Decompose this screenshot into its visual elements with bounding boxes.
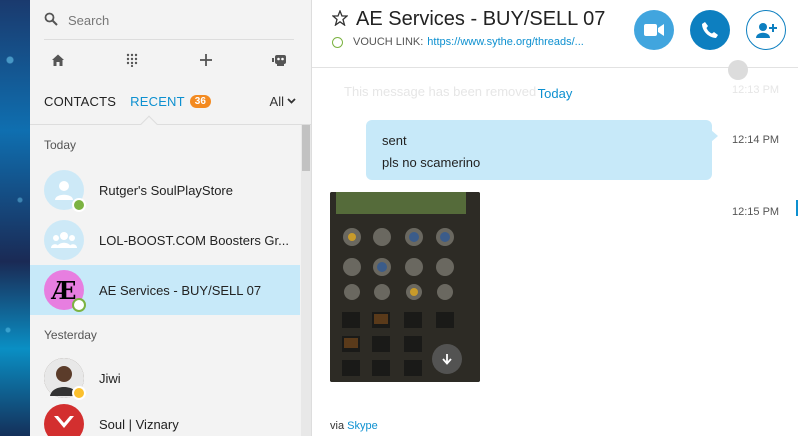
message-line: pls no scamerino (382, 155, 481, 170)
video-camera-icon (644, 24, 664, 36)
conversation-header: AE Services - BUY/SELL 07 VOUCH LINK: ht… (312, 0, 798, 68)
online-status-icon (72, 298, 86, 312)
bot-icon[interactable] (268, 48, 292, 72)
home-icon[interactable] (46, 48, 70, 72)
dialpad-icon[interactable] (120, 48, 144, 72)
sidebar: CONTACTS RECENT 36 All Today Rutger's So… (30, 0, 312, 436)
list-item[interactable]: LOL-BOOST.COM Boosters Gr... (30, 215, 300, 265)
person-icon (55, 181, 73, 200)
filter-label: All (269, 93, 284, 109)
toolbar (44, 48, 294, 72)
section-yesterday: Yesterday (44, 328, 97, 342)
message-bubble[interactable]: sent pls no scamerino (366, 120, 718, 180)
vouch-link[interactable]: https://www.sythe.org/threads/... (427, 36, 584, 48)
list-item[interactable]: Soul | Viznary (30, 401, 300, 436)
video-call-button[interactable] (634, 10, 674, 50)
group-icon (51, 232, 77, 248)
mood-message: VOUCH LINK: https://www.sythe.org/thread… (332, 36, 584, 48)
avatar (44, 170, 86, 212)
scrollbar-thumb[interactable] (302, 125, 310, 171)
online-status-icon (72, 198, 86, 212)
desktop-background (0, 0, 30, 436)
mood-label: VOUCH LINK: (353, 36, 424, 48)
contact-name: AE Services - BUY/SELL 07 (99, 282, 262, 298)
contact-name: LOL-BOOST.COM Boosters Gr... (99, 232, 289, 248)
add-people-button[interactable] (746, 10, 786, 50)
add-person-icon (756, 23, 777, 38)
list-item[interactable]: Rutger's SoulPlayStore (30, 165, 300, 215)
contact-name: Soul | Viznary (99, 416, 179, 432)
phone-icon (702, 22, 718, 38)
conversation-title: AE Services - BUY/SELL 07 (356, 8, 606, 30)
filter-dropdown[interactable]: All (270, 94, 296, 109)
via-prefix: via (330, 420, 345, 432)
star-icon[interactable] (331, 9, 349, 29)
avatar (44, 358, 86, 400)
online-status-icon (332, 36, 343, 48)
search-icon (44, 12, 58, 29)
chevron-down-icon (287, 98, 296, 104)
day-divider: Today (537, 86, 573, 101)
contact-tabs: CONTACTS RECENT 36 All (44, 92, 296, 110)
tab-contacts[interactable]: CONTACTS (44, 94, 116, 109)
download-button[interactable] (432, 344, 462, 374)
tab-recent[interactable]: RECENT (130, 94, 185, 109)
message-line: sent (382, 133, 407, 148)
section-today: Today (44, 138, 77, 152)
divider (44, 39, 294, 40)
contact-name: Rutger's SoulPlayStore (99, 182, 233, 198)
logo-icon (54, 416, 74, 428)
message-time: 12:14 PM (732, 134, 780, 146)
avatar: Æ (44, 270, 86, 312)
contact-name: Jiwi (99, 370, 121, 386)
list-item[interactable]: Æ AE Services - BUY/SELL 07 (30, 265, 300, 315)
add-icon[interactable] (194, 48, 218, 72)
list-item[interactable]: Jiwi (30, 355, 300, 401)
audio-call-button[interactable] (690, 10, 730, 50)
via-app-link[interactable]: Skype (347, 420, 378, 432)
globe-icon (728, 60, 748, 80)
recent-count-badge: 36 (189, 94, 211, 108)
away-status-icon (72, 386, 86, 400)
scrollbar[interactable] (301, 125, 311, 436)
avatar (44, 220, 84, 260)
search-input[interactable] (68, 12, 268, 28)
conversation-pane: AE Services - BUY/SELL 07 VOUCH LINK: ht… (312, 0, 798, 436)
search-box[interactable] (44, 8, 294, 32)
download-icon (442, 354, 452, 365)
via-note: via Skype (330, 420, 378, 432)
recent-list: Today Rutger's SoulPlayStore LOL-BOOST.C… (30, 125, 300, 436)
message-time: 12:15 PM (732, 206, 780, 218)
avatar (44, 404, 84, 436)
